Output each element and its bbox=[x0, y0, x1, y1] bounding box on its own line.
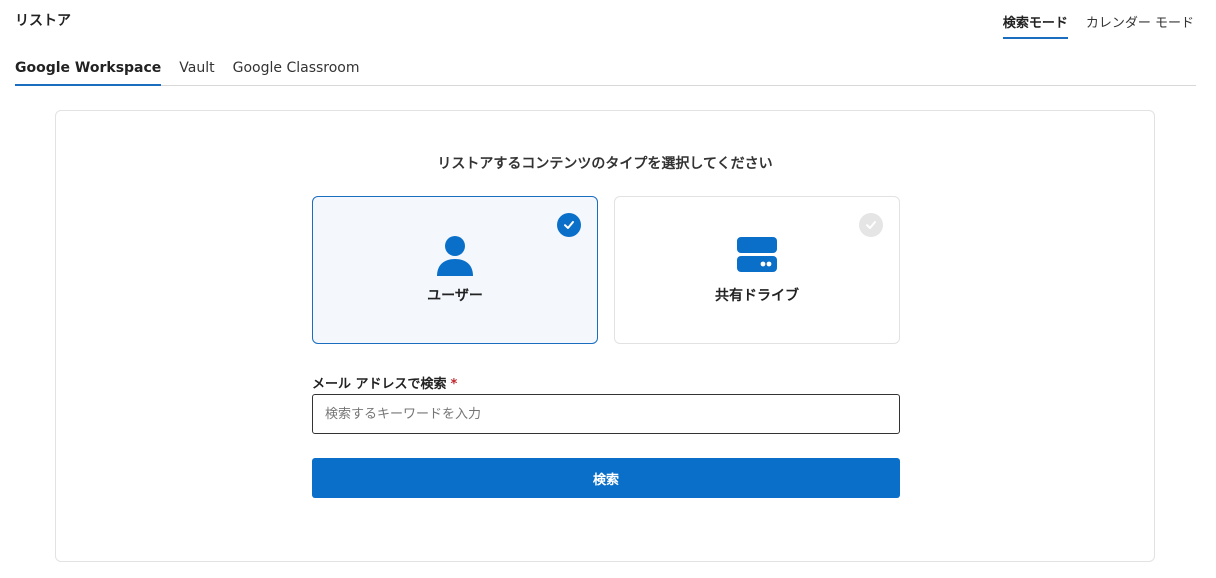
tab-vault[interactable]: Vault bbox=[179, 60, 214, 86]
tab-google-classroom[interactable]: Google Classroom bbox=[233, 60, 360, 86]
tab-google-workspace[interactable]: Google Workspace bbox=[15, 60, 162, 86]
option-user-label: ユーザー bbox=[427, 288, 483, 304]
shared-drive-icon bbox=[737, 237, 777, 272]
check-icon bbox=[859, 213, 883, 237]
tab-search-mode[interactable]: 検索モード bbox=[1002, 12, 1068, 39]
restore-type-heading: リストアするコンテンツのタイプを選択してください bbox=[437, 156, 773, 172]
option-user[interactable]: ユーザー bbox=[312, 196, 598, 344]
product-tabs: Google Workspace Vault Google Classroom bbox=[15, 60, 1196, 86]
restore-card: リストアするコンテンツのタイプを選択してください ユーザー 共有ドライブ メール… bbox=[55, 110, 1155, 562]
mode-switch: 検索モード カレンダー モード bbox=[1002, 12, 1194, 39]
option-shared-drive[interactable]: 共有ドライブ bbox=[614, 196, 900, 344]
email-search-label-text: メール アドレスで検索 bbox=[312, 377, 447, 392]
tab-calendar-mode[interactable]: カレンダー モード bbox=[1086, 12, 1194, 39]
search-input[interactable] bbox=[312, 394, 900, 434]
page-title: リストア bbox=[15, 13, 71, 29]
email-search-label: メール アドレスで検索 * bbox=[312, 373, 457, 392]
check-icon bbox=[557, 213, 581, 237]
required-mark: * bbox=[450, 377, 458, 392]
user-icon bbox=[437, 236, 473, 276]
option-shared-drive-label: 共有ドライブ bbox=[715, 288, 799, 304]
search-button[interactable]: 検索 bbox=[312, 458, 900, 498]
